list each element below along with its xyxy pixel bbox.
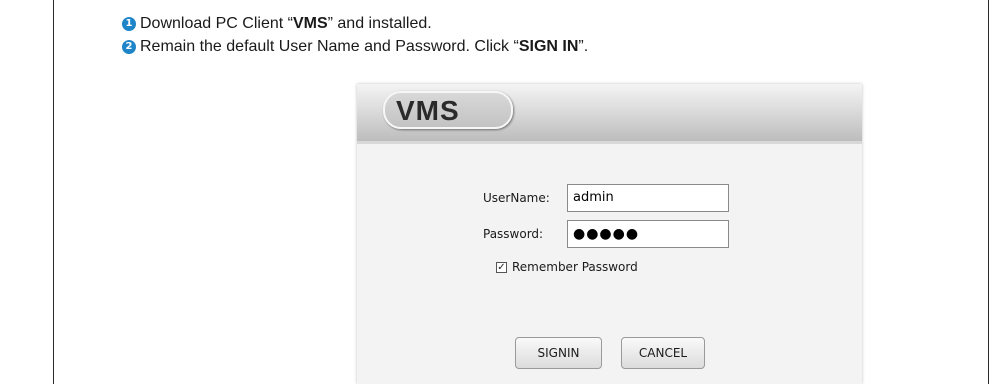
remember-password-label: Remember Password <box>512 260 638 274</box>
vms-login-window: VMS UserName: admin Password: ●●●●● ✓ Re… <box>357 84 862 384</box>
page-left-rule <box>53 0 54 384</box>
step-1-bold-text: VMS <box>292 14 328 32</box>
cancel-button[interactable]: CANCEL <box>621 337 705 369</box>
step-1-text-before: Download PC Client “ <box>140 14 293 32</box>
step-2-text-before: Remain the default User Name and Passwor… <box>140 37 519 55</box>
step-2-bold-text: SIGN IN <box>518 37 579 55</box>
password-label: Password: <box>483 227 544 241</box>
username-input[interactable]: admin <box>567 184 729 212</box>
step-1: 1 Download PC Client “VMS” and installed… <box>122 12 588 35</box>
step-2-number-badge: 2 <box>122 39 136 54</box>
username-label: UserName: <box>483 191 550 205</box>
step-2: 2 Remain the default User Name and Passw… <box>122 35 588 58</box>
step-2-text-after: ”. <box>578 37 589 55</box>
login-form: UserName: admin Password: ●●●●● ✓ Rememb… <box>357 144 862 384</box>
remember-password-checkbox[interactable]: ✓ <box>496 262 507 273</box>
login-header-bar: VMS <box>357 84 862 144</box>
vms-logo-text: VMS <box>396 95 460 126</box>
signin-button[interactable]: SIGNIN <box>515 337 602 369</box>
password-input[interactable]: ●●●●● <box>567 220 729 248</box>
step-1-text-after: ” and installed. <box>327 14 432 32</box>
instruction-steps: 1 Download PC Client “VMS” and installed… <box>122 12 588 58</box>
step-1-number-badge: 1 <box>122 16 136 31</box>
